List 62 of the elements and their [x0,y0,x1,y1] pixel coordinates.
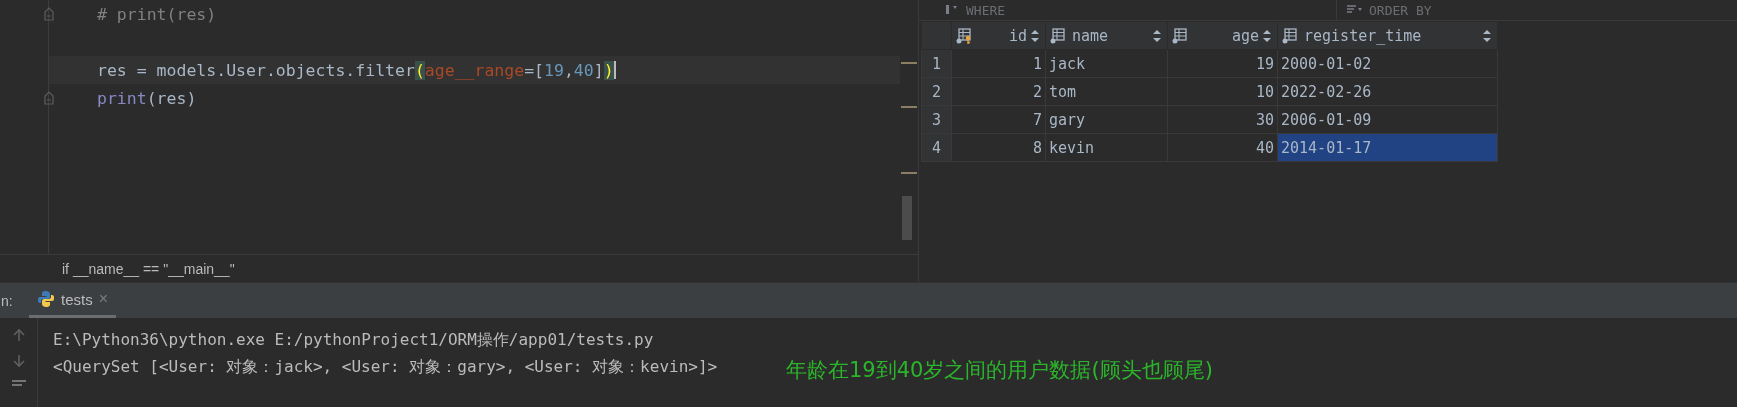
code-text: (res) [146,88,197,108]
fold-marker-icon[interactable] [44,91,54,105]
row-number[interactable]: 4 [921,133,952,162]
table-cell[interactable]: 19 [1167,49,1278,78]
table-cell[interactable]: tom [1045,77,1168,106]
row-number[interactable]: 1 [921,49,952,78]
text-cursor [613,61,616,79]
table-cell[interactable]: 2014-01-17 [1277,133,1498,162]
table-cell[interactable]: 40 [1167,133,1278,162]
table-cell[interactable]: 7 [951,105,1046,134]
column-icon [1050,27,1068,44]
filter-icon[interactable] [946,5,960,15]
python-icon [37,290,55,308]
column-icon [1282,27,1300,44]
table-cell[interactable]: 2000-01-02 [1277,49,1498,78]
table-cell[interactable]: 1 [951,49,1046,78]
table-cell[interactable]: 2006-01-09 [1277,105,1498,134]
scrollbar-marker [901,106,917,108]
sort-arrows-icon[interactable] [1263,29,1271,42]
table-cell[interactable]: 8 [951,133,1046,162]
code-parenthesis: ) [603,60,614,80]
up-arrow-icon[interactable] [12,328,25,342]
table-cell[interactable]: 2 [951,77,1046,106]
table-cell[interactable]: kevin [1045,133,1168,162]
run-label: n: [1,292,14,309]
table-cell[interactable]: jack [1045,49,1168,78]
scrollbar-marker [901,172,917,174]
code-text: , [563,60,574,80]
code-text: ] [593,60,604,80]
sort-arrows-icon[interactable] [1483,29,1491,42]
sort-arrows-icon[interactable] [1031,29,1039,42]
code-keyword-argument: age__range [424,60,525,80]
sort-arrows-icon[interactable] [1153,29,1161,42]
table-cell[interactable]: gary [1045,105,1168,134]
down-arrow-icon[interactable] [12,354,25,368]
table-cell[interactable]: 2022-02-26 [1277,77,1498,106]
code-builtin: print [97,88,147,108]
scrollbar-thumb[interactable] [902,196,912,240]
code-parenthesis: ( [414,60,425,80]
breadcrumb-item[interactable]: if __name__ == "__main__" [62,260,235,277]
column-header[interactable]: age [1167,21,1278,50]
scrollbar-marker [901,62,917,64]
sort-icon[interactable] [1347,5,1363,15]
code-number: 40 [573,60,594,80]
code-text: res = models.User.objects.filter [97,60,415,80]
row-number[interactable]: 2 [921,77,952,106]
console-output-line: E:\Python36\python.exe E:/pythonProject1/ORM操作/app01/tests.py [53,329,655,351]
soft-wrap-icon[interactable] [11,380,26,388]
key-column-icon [956,27,974,44]
column-header[interactable]: id [951,21,1046,50]
console-output-line: <QuerySet [<User: 对象：jack>, <User: 对象：gary>, <User: 对象：kevin>]> [53,356,718,378]
column-header[interactable]: name [1045,21,1168,50]
column-header[interactable]: register_time [1277,21,1498,50]
row-number[interactable]: 3 [921,105,952,134]
code-text: =[ [524,60,545,80]
annotation-text: 年龄在19到40岁之间的用户数据(顾头也顾尾) [786,357,1213,384]
table-cell[interactable]: 30 [1167,105,1278,134]
fold-marker-icon[interactable] [44,7,54,21]
code-comment: # print(res) [97,4,217,24]
column-icon [1172,27,1190,44]
table-cell[interactable]: 10 [1167,77,1278,106]
code-number: 19 [544,60,564,80]
